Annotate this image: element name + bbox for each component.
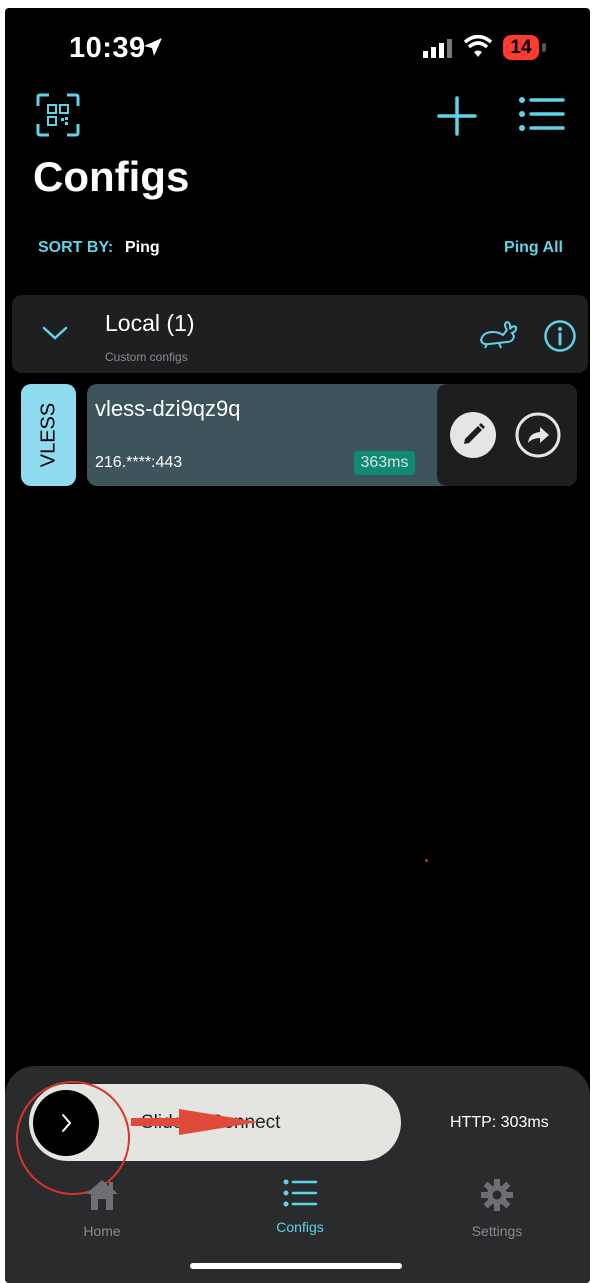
config-card[interactable]: vless-dzi9qz9q 216.****:443 363ms (87, 384, 577, 486)
tab-bar: Home Configs Settings (5, 1178, 590, 1248)
tab-settings-label: Settings (471, 1223, 523, 1239)
info-icon[interactable] (543, 319, 577, 353)
qr-scan-icon[interactable] (35, 92, 81, 138)
gear-icon (481, 1179, 513, 1211)
group-title: Local (1) (105, 310, 195, 336)
sort-by-label[interactable]: SORT BY: (38, 239, 113, 257)
ping-all-button[interactable]: Ping All (504, 239, 563, 257)
rabbit-icon[interactable] (477, 320, 519, 350)
wifi-icon (463, 35, 493, 57)
bottom-panel: Slide to Connect HTTP: 303ms Home Config… (5, 1066, 590, 1283)
battery-tip (542, 43, 546, 52)
app-screen: 10:39 14 Configs SORT BY: Ping Ping All … (5, 8, 590, 1283)
tab-home-label: Home (83, 1223, 121, 1239)
config-group-header[interactable]: Local (1) Custom configs (12, 295, 588, 373)
annotation-arrow (131, 1109, 259, 1135)
status-bar: 10:39 14 (5, 8, 590, 78)
list-icon[interactable] (517, 94, 565, 134)
home-icon (86, 1180, 118, 1210)
home-indicator[interactable] (190, 1263, 402, 1269)
config-address: 216.****:443 (95, 454, 183, 471)
plus-icon[interactable] (435, 94, 479, 138)
group-subtitle: Custom configs (105, 350, 188, 364)
chevron-down-icon[interactable] (42, 325, 68, 341)
list-icon (283, 1179, 318, 1207)
protocol-label: VLESS (37, 402, 59, 468)
sort-by-value[interactable]: Ping (125, 239, 160, 257)
http-status: HTTP: 303ms (450, 1114, 549, 1131)
stray-dot (425, 859, 428, 862)
signal-icon (423, 39, 452, 58)
config-actions (437, 384, 577, 486)
pencil-icon[interactable] (450, 412, 496, 458)
tab-settings[interactable]: Settings (437, 1178, 557, 1239)
share-arrow-icon[interactable] (515, 412, 561, 458)
tab-configs-label: Configs (276, 1219, 324, 1235)
ping-badge: 363ms (354, 451, 415, 475)
tab-home[interactable]: Home (42, 1178, 162, 1239)
location-arrow-icon (144, 38, 162, 56)
tab-configs[interactable]: Configs (240, 1178, 360, 1235)
protocol-tag: VLESS (21, 384, 76, 486)
status-time: 10:39 (69, 32, 146, 64)
page-title: Configs (33, 153, 190, 200)
battery-level: 14 (503, 35, 539, 60)
config-name: vless-dzi9qz9q (95, 396, 241, 421)
